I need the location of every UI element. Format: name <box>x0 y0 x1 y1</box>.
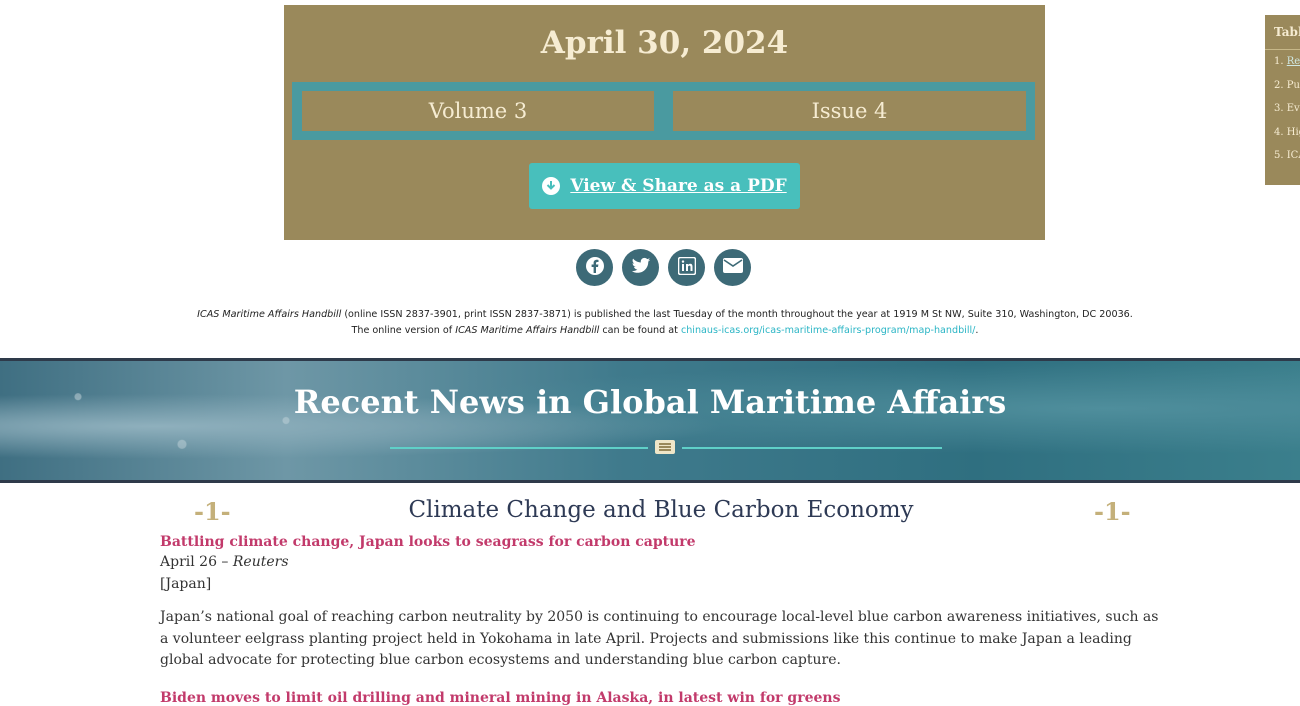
handbill-title-2: ICAS Maritime Affairs Handbill <box>455 325 600 336</box>
online-version-pre: The online version of <box>351 325 456 336</box>
toc-item-number: 5. <box>1274 150 1284 161</box>
toc-item-label[interactable]: ICAS <box>1287 150 1300 161</box>
facebook-icon <box>585 256 605 280</box>
publication-note: ICAS Maritime Affairs Handbill (online I… <box>0 307 1300 339</box>
volume-issue-bar: Volume 3 Issue 4 <box>292 82 1035 140</box>
recent-news-banner: Recent News in Global Maritime Affairs <box>0 358 1300 483</box>
toc-item[interactable]: 2. Publications <box>1265 74 1300 98</box>
volume-label: Volume 3 <box>302 91 654 131</box>
banner-title: Recent News in Global Maritime Affairs <box>293 383 1007 421</box>
email-share-button[interactable] <box>714 249 751 286</box>
email-icon <box>722 258 743 277</box>
publication-details: (online ISSN 2837-3901, print ISSN 2837-… <box>341 309 1133 320</box>
toc-item-label[interactable]: Events <box>1287 103 1300 114</box>
article-region: [Japan] <box>160 576 212 592</box>
publication-line-2: The online version of ICAS Maritime Affa… <box>0 323 1300 339</box>
issue-label: Issue 4 <box>673 91 1026 131</box>
toc-item-number: 4. <box>1274 126 1284 138</box>
online-version-mid: can be found at <box>599 325 681 336</box>
toc-item-number: 3. <box>1274 103 1284 114</box>
section-number-right: -1- <box>1094 497 1131 526</box>
view-pdf-button[interactable]: View & Share as a PDF <box>529 163 800 209</box>
toc-item[interactable]: 1. Recent News <box>1265 50 1300 74</box>
online-version-end: . <box>975 325 979 336</box>
toc-item[interactable]: 3. Events <box>1265 97 1300 121</box>
toc-title: Table of Contents <box>1265 15 1300 50</box>
toc-item[interactable]: 4. Highlights <box>1265 121 1300 145</box>
toc-item-number: 1. <box>1274 56 1284 67</box>
article-headline-link[interactable]: Battling climate change, Japan looks to … <box>160 534 696 550</box>
article-meta: April 26 – Reuters <box>160 551 1170 573</box>
news-article: Biden moves to limit oil drilling and mi… <box>160 690 1170 706</box>
table-of-contents: Table of Contents 1. Recent News 2. Publ… <box>1265 15 1300 185</box>
linkedin-share-button[interactable] <box>668 249 705 286</box>
share-bar <box>576 249 751 286</box>
article-headline-link[interactable]: Biden moves to limit oil drilling and mi… <box>160 690 840 706</box>
article-date: April 26 – <box>160 554 229 570</box>
linkedin-icon <box>677 256 696 279</box>
facebook-share-button[interactable] <box>576 249 613 286</box>
download-circle-icon <box>542 177 561 195</box>
banner-divider-left <box>390 447 648 449</box>
handbill-url-link[interactable]: chinaus-icas.org/icas-maritime-affairs-p… <box>681 325 975 336</box>
article-body: Japan’s national goal of reaching carbon… <box>160 609 1159 668</box>
publication-line-1: ICAS Maritime Affairs Handbill (online I… <box>0 307 1300 323</box>
toc-item-label[interactable]: Highlights <box>1287 127 1300 138</box>
twitter-icon <box>631 257 651 279</box>
twitter-share-button[interactable] <box>622 249 659 286</box>
handbill-title: ICAS Maritime Affairs Handbill <box>197 309 342 320</box>
banner-divider-right <box>682 447 942 449</box>
toc-item-number: 2. <box>1274 79 1284 91</box>
view-pdf-label: View & Share as a PDF <box>570 176 787 196</box>
newspaper-icon <box>655 440 675 454</box>
article-source: Reuters <box>232 554 289 570</box>
toc-item[interactable]: 5. ICAS <box>1265 144 1300 168</box>
toc-item-label[interactable]: Publications <box>1287 80 1300 91</box>
issue-date: April 30, 2024 <box>540 25 789 61</box>
toc-item-label[interactable]: Recent News <box>1287 56 1300 67</box>
issue-header: April 30, 2024 Volume 3 Issue 4 View & S… <box>284 5 1045 240</box>
news-article: Battling climate change, Japan looks to … <box>160 534 1170 672</box>
